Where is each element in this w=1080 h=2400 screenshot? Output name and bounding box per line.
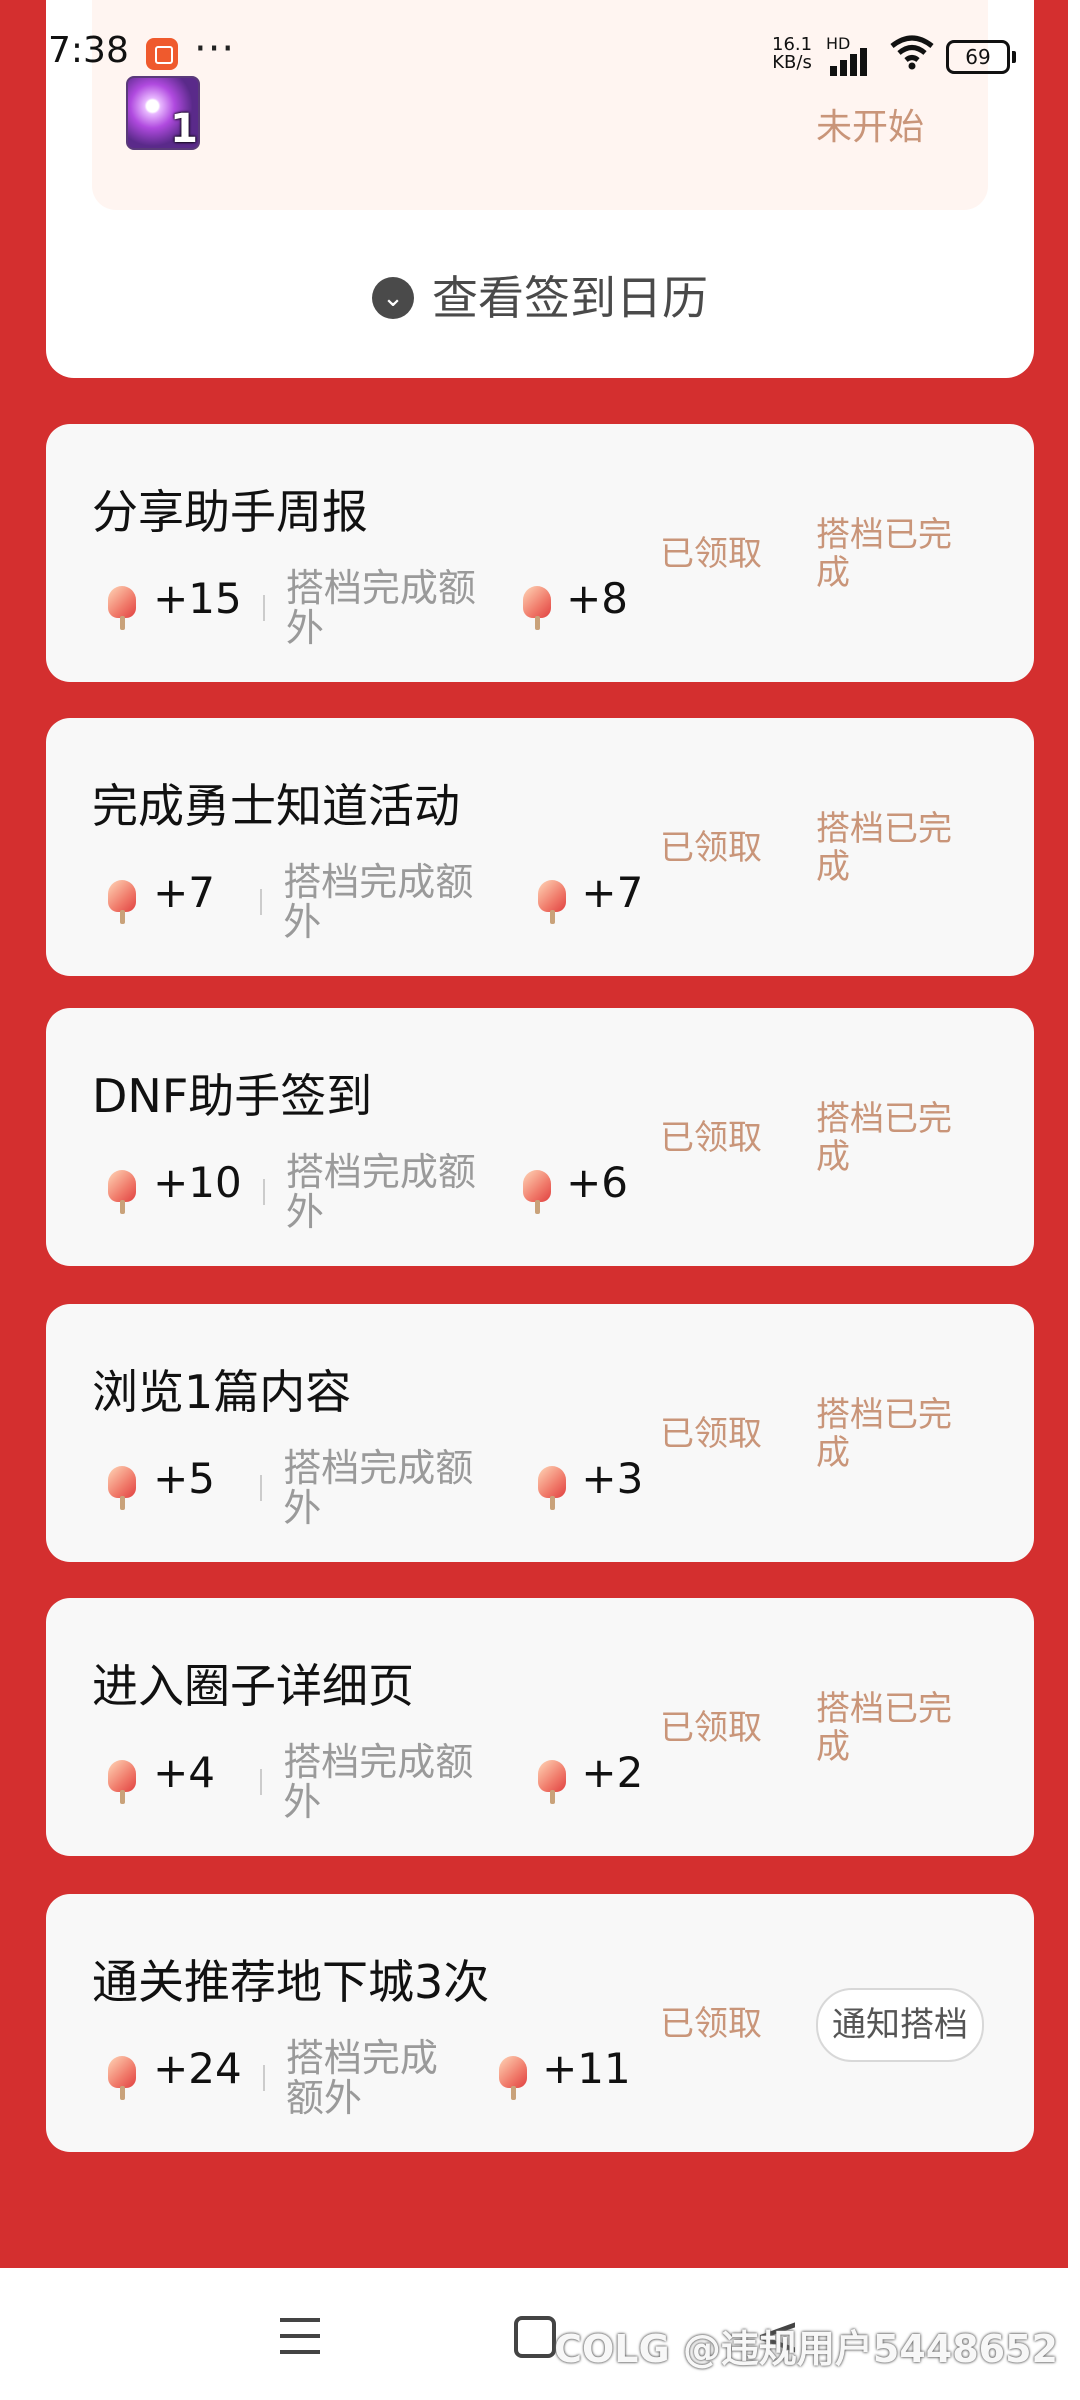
task-title: 通关推荐地下城3次 [92,1955,490,2009]
task-card: 浏览1篇内容 +5 搭档完成额外 +3 已领取 搭档已完成 [46,1304,1034,1562]
task-title: 分享助手周报 [92,485,368,539]
popsicle-icon [106,586,138,630]
task-points: +7 [153,867,216,917]
popsicle-icon [106,1466,138,1510]
divider [260,1769,263,1795]
divider [260,1475,263,1501]
popsicle-icon [106,2056,138,2100]
claimed-status: 已领取 [660,1118,762,1158]
checkin-status: 未开始 [815,107,924,148]
task-reward-row: +15 搭档完成额外 +8 [106,568,706,648]
partner-extra-label: 搭档完成额外 [285,2036,438,2120]
view-calendar-label: 查看签到日历 [432,271,708,325]
partner-extra-label: 搭档完成额外 [283,860,474,944]
wifi-icon [890,35,934,70]
network-speed: 16.1 KB/s [772,34,813,73]
claimed-status: 已领取 [660,534,762,574]
popsicle-icon [536,1760,568,1804]
task-card: 完成勇士知道活动 +7 搭档完成额外 +7 已领取 搭档已完成 [46,718,1034,976]
partner-status: 搭档已完成 [816,1099,952,1177]
watermark: COLG @违规用户5448652 [554,2327,1058,2371]
partner-status: 搭档已完成 [816,1395,952,1473]
popsicle-icon [106,1170,138,1214]
task-title: 浏览1篇内容 [92,1365,352,1419]
notify-partner-button[interactable]: 通知搭档 [816,1988,984,2062]
divider [260,889,263,915]
task-title: 进入圈子详细页 [92,1659,414,1713]
app-notification-icon [146,38,178,70]
task-reward-row: +7 搭档完成额外 +7 [106,862,706,942]
partner-extra-label: 搭档完成额外 [285,1150,476,1234]
task-title: DNF助手签到 [92,1069,373,1123]
partner-extra-points: +2 [581,1747,644,1797]
battery-icon: 69 [946,40,1016,74]
popsicle-icon [106,880,138,924]
cellular-signal-icon [826,44,870,76]
task-points: +4 [153,1747,216,1797]
task-points: +5 [153,1453,216,1503]
popsicle-icon [106,1760,138,1804]
popsicle-icon [536,880,568,924]
task-reward-row: +24 搭档完成额外 +11 [106,2038,706,2118]
partner-extra-points: +3 [581,1453,644,1503]
partner-extra-label: 搭档完成额外 [283,1446,474,1530]
partner-extra-points: +6 [566,1157,629,1207]
partner-extra-points: +8 [566,573,629,623]
claimed-status: 已领取 [660,1708,762,1748]
partner-status: 搭档已完成 [816,1689,952,1767]
popsicle-icon [521,1170,553,1214]
chevron-down-icon: ⌄ [372,276,414,319]
partner-status: 搭档已完成 [816,809,952,887]
task-card: 通关推荐地下城3次 +24 搭档完成额外 +11 已领取 通知搭档 [46,1894,1034,2152]
partner-extra-label: 搭档完成额外 [283,1740,474,1824]
popsicle-icon [497,2056,529,2100]
partner-extra-label: 搭档完成额外 [285,566,476,650]
task-card: 分享助手周报 +15 搭档完成额外 +8 已领取 搭档已完成 [46,424,1034,682]
popsicle-icon [536,1466,568,1510]
partner-status: 搭档已完成 [816,515,952,593]
system-navigation-bar: < COLG @违规用户5448652 [0,2268,1080,2400]
home-button[interactable] [514,2316,556,2358]
recent-apps-button[interactable] [280,2318,320,2354]
divider [262,1179,265,1205]
claimed-status: 已领取 [660,828,762,868]
more-notifications-icon: ··· [194,26,236,72]
right-edge-strip [1068,0,1080,2268]
task-card: 进入圈子详细页 +4 搭档完成额外 +2 已领取 搭档已完成 [46,1598,1034,1856]
divider [262,2065,265,2091]
task-reward-row: +5 搭档完成额外 +3 [106,1448,706,1528]
popsicle-icon [521,586,553,630]
partner-extra-points: +7 [581,867,644,917]
claimed-status: 已领取 [660,1414,762,1454]
status-bar: 7:38 ··· 16.1 KB/s HD 69 [0,0,1068,92]
partner-extra-points: +11 [542,2043,631,2093]
task-title: 完成勇士知道活动 [92,779,460,833]
clock: 7:38 [48,30,129,71]
claimed-status: 已领取 [660,2004,762,2044]
task-points: +10 [153,1157,242,1207]
divider [262,595,265,621]
task-reward-row: +4 搭档完成额外 +2 [106,1742,706,1822]
task-reward-row: +10 搭档完成额外 +6 [106,1152,706,1232]
view-calendar-link[interactable]: ⌄ 查看签到日历 [46,262,1034,328]
task-card: DNF助手签到 +10 搭档完成额外 +6 已领取 搭档已完成 [46,1008,1034,1266]
task-points: +15 [153,573,242,623]
reward-item-count: 1 [170,106,198,152]
task-points: +24 [153,2043,242,2093]
